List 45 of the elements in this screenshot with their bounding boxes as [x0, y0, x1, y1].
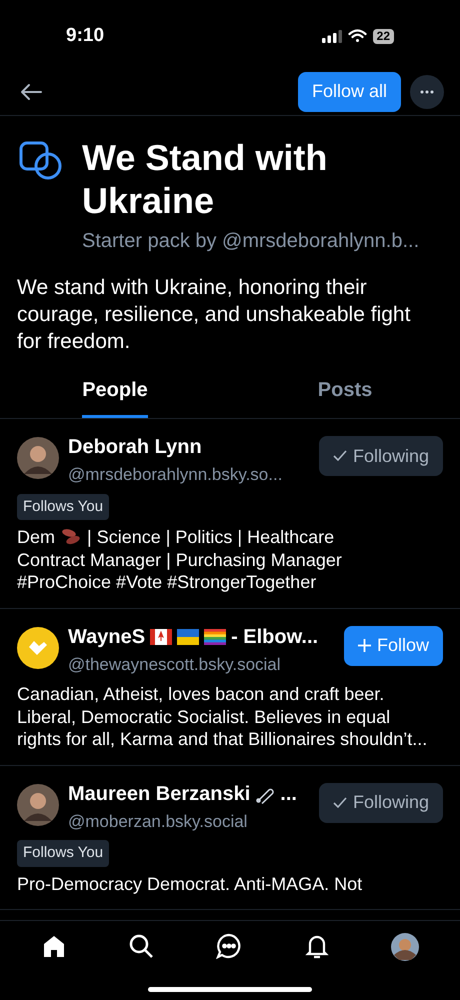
beans-icon — [61, 528, 82, 546]
tab[interactable]: People — [0, 369, 230, 418]
canada-flag-icon — [150, 628, 172, 644]
more-icon — [420, 90, 434, 94]
bell-icon[interactable] — [304, 933, 330, 959]
person-name-tail[interactable]: - Elbow... — [231, 622, 318, 652]
person-name[interactable]: Maureen Berzanski — [68, 778, 250, 808]
ukraine-flag-icon — [177, 628, 200, 644]
person-handle[interactable]: @mrsdeborahlynn.bsky.so... — [68, 462, 310, 488]
person-name-tail[interactable]: ... — [280, 778, 297, 808]
person-handle[interactable]: @moberzan.bsky.social — [68, 808, 310, 834]
check-icon — [332, 450, 347, 462]
follows-you-label: Follows You — [17, 494, 110, 520]
bio-text: | Science | Politics | Healthcare — [87, 526, 334, 548]
follow-all-button[interactable]: Follow all — [298, 72, 401, 112]
following-button[interactable]: Following — [318, 782, 443, 822]
avatar[interactable] — [17, 437, 59, 479]
person-bio: Pro-Democracy Democrat. Anti-MAGA. Not — [17, 872, 364, 895]
status-time: 9:10 — [66, 24, 104, 48]
avatar[interactable] — [17, 784, 59, 826]
pack-title: We Stand with Ukraine — [82, 136, 328, 222]
person-name[interactable]: WayneS — [68, 622, 146, 652]
chat-icon[interactable] — [216, 933, 242, 959]
follows-you-label: Follows You — [17, 840, 110, 866]
person-handle[interactable]: @thewaynescott.bsky.social — [68, 652, 335, 677]
pack-description: We stand with Ukraine, honoring their courage, resilience, and unshakeable fight for freedom. — [16, 275, 412, 355]
signal-icon — [322, 30, 342, 42]
more-button[interactable] — [410, 74, 444, 108]
battery-indicator: 22 — [372, 28, 394, 44]
avatar-logo-icon[interactable] — [17, 626, 59, 668]
wifi-icon — [348, 29, 367, 43]
back-arrow-icon[interactable] — [20, 82, 42, 100]
plus-icon — [358, 639, 371, 652]
follow-button[interactable]: Follow — [344, 626, 443, 666]
bio-text: Dem — [17, 526, 56, 548]
search-icon[interactable] — [128, 933, 154, 959]
tab[interactable]: Posts — [230, 369, 460, 418]
rainbow-flag-icon — [204, 628, 226, 644]
person-bio: Canadian, Atheist, loves bacon and craft beer. Liberal, Democratic Socialist. Believes in equal rights for all, Karma and that Billionaires shouldn’t... — [17, 683, 428, 750]
pack-byline[interactable]: Starter pack by @mrsdeborahlynn.b... — [82, 226, 442, 256]
profile-avatar[interactable] — [391, 933, 420, 961]
following-button[interactable]: Following — [318, 436, 443, 476]
check-icon — [332, 796, 347, 808]
person-bio: Contract Manager | Purchasing Manager #ProChoice #Vote #StrongerTogether — [17, 548, 343, 594]
person-name[interactable]: Deborah Lynn — [68, 432, 202, 462]
